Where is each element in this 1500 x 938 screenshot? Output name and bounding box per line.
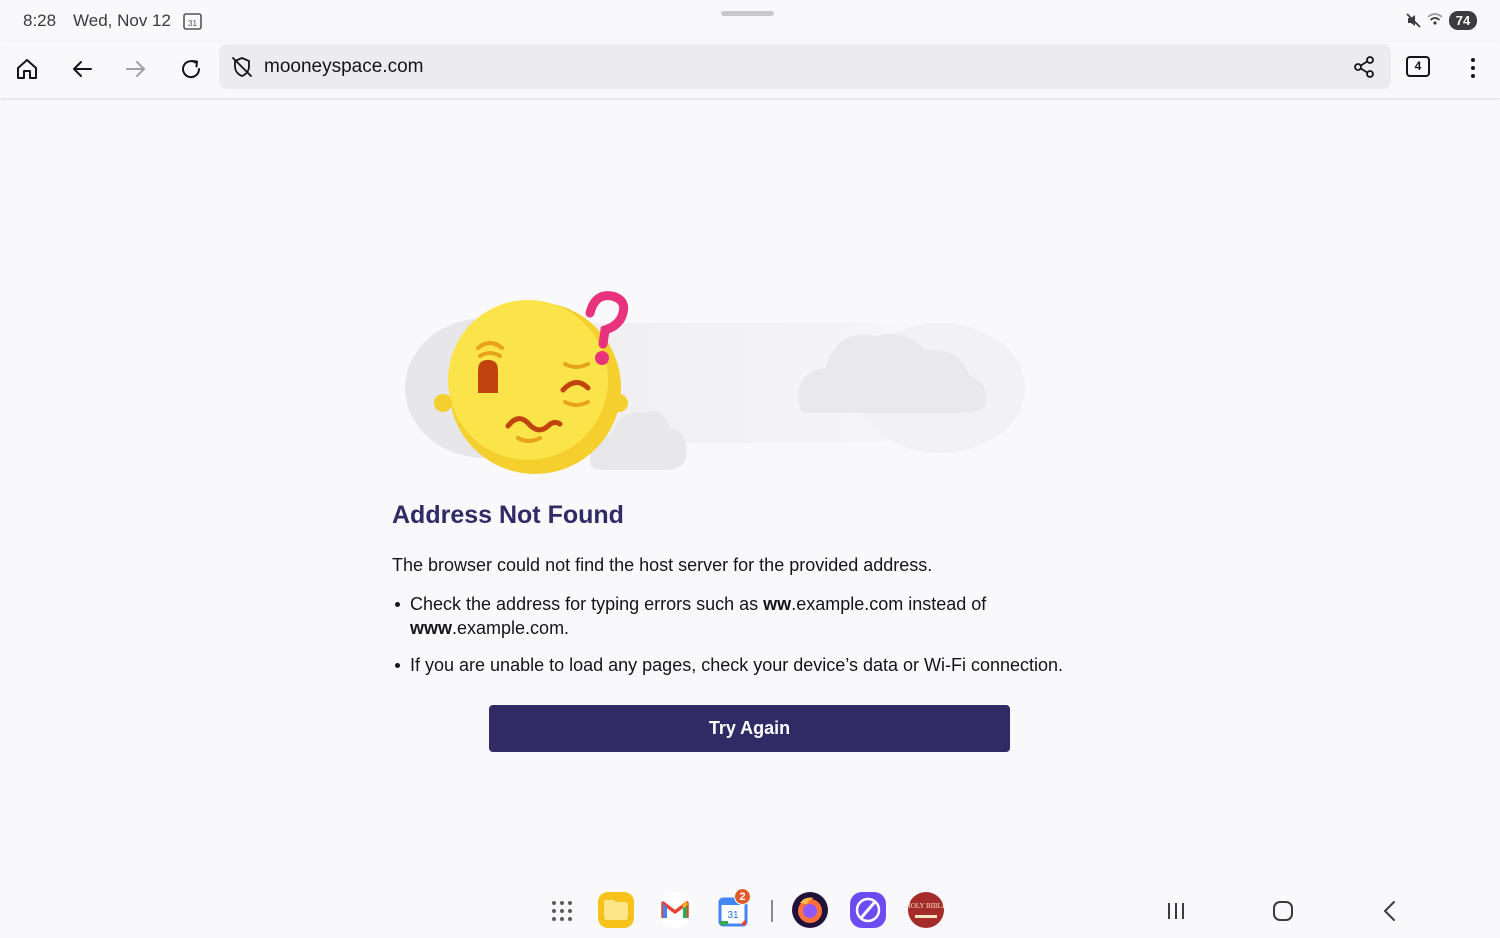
bible-icon: HOLY BIBLE — [906, 892, 946, 928]
gmail-icon — [657, 892, 693, 928]
back-icon — [73, 61, 92, 77]
drag-handle[interactable] — [721, 11, 774, 16]
app-drawer-icon[interactable] — [551, 900, 573, 922]
firefox-app[interactable] — [791, 891, 829, 929]
folder-icon — [598, 892, 634, 928]
browser-app[interactable] — [849, 891, 887, 929]
firefox-icon — [792, 892, 828, 928]
share-icon[interactable] — [1351, 54, 1377, 80]
notification-badge: 2 — [734, 888, 751, 905]
calendar-status-icon: 31 — [183, 13, 202, 30]
confused-emoji-illustration — [405, 291, 1025, 474]
home-button[interactable] — [10, 52, 44, 86]
compass-icon — [850, 892, 886, 928]
mute-icon — [1406, 13, 1421, 28]
my-files-app[interactable] — [597, 891, 635, 929]
url-text[interactable]: mooneyspace.com — [264, 56, 423, 78]
url-bar[interactable]: mooneyspace.com — [219, 44, 1391, 89]
error-tips-list: Check the address for typing errors such… — [392, 592, 1092, 690]
recent-apps-icon[interactable] — [1164, 899, 1188, 923]
list-item: Check the address for typing errors such… — [392, 592, 1092, 640]
status-time: 8:28 — [23, 11, 57, 30]
holy-bible-app[interactable]: HOLY BIBLE — [906, 891, 946, 929]
forward-icon — [126, 61, 145, 77]
svg-text:31: 31 — [188, 19, 197, 28]
tabs-counter-button[interactable]: 4 — [1406, 56, 1430, 77]
svg-text:31: 31 — [727, 910, 739, 921]
status-date: Wed, Nov 12 — [73, 11, 171, 30]
forward-button[interactable] — [119, 52, 153, 86]
wifi-icon — [1427, 13, 1443, 25]
reload-button[interactable] — [174, 52, 208, 86]
home-icon — [17, 59, 37, 79]
taskbar: 31 2 HOLY BIBLE — [0, 878, 1500, 938]
error-description: The browser could not find the host serv… — [392, 555, 933, 575]
error-title: Address Not Found — [392, 501, 624, 529]
menu-icon[interactable] — [1461, 54, 1485, 82]
dock-separator — [771, 900, 773, 922]
list-item: If you are unable to load any pages, che… — [392, 653, 1092, 677]
gmail-app[interactable] — [656, 891, 694, 929]
calendar-app[interactable]: 31 2 — [714, 888, 752, 929]
reload-icon — [182, 60, 201, 79]
try-again-button[interactable]: Try Again — [489, 705, 1010, 752]
shield-off-icon[interactable] — [230, 55, 254, 79]
svg-text:HOLY BIBLE: HOLY BIBLE — [907, 902, 945, 910]
error-page: Address Not Found The browser could not … — [0, 98, 1500, 878]
back-button[interactable] — [65, 52, 99, 86]
back-nav-icon[interactable] — [1379, 899, 1403, 923]
battery-indicator: 74 — [1449, 11, 1477, 30]
status-bar: 8:28 Wed, Nov 12 31 74 — [0, 0, 1500, 42]
browser-toolbar: mooneyspace.com 4 — [0, 42, 1500, 98]
home-nav-icon[interactable] — [1271, 899, 1295, 923]
